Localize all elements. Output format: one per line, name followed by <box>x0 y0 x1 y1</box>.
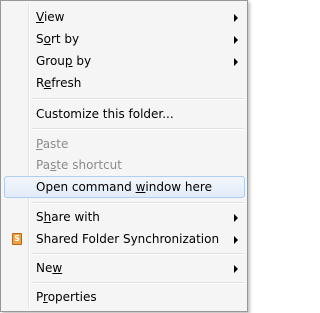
menu-item-label: View <box>36 10 65 24</box>
menu-item-group-by[interactable]: Group by <box>4 50 245 72</box>
menu-item-sort-by[interactable]: Sort by <box>4 28 245 50</box>
shared-folder-sync-icon: S <box>12 233 22 245</box>
submenu-arrow-icon <box>234 236 238 244</box>
menu-item-view[interactable]: View <box>4 6 245 28</box>
menu-item-label: Paste shortcut <box>36 158 122 172</box>
submenu-arrow-icon <box>234 265 238 273</box>
menu-item-paste-shortcut[interactable]: Paste shortcut <box>4 154 245 176</box>
submenu-arrow-icon <box>234 14 238 22</box>
menu-item-label: Group by <box>36 54 92 68</box>
menu-item-shared-folder-sync[interactable]: S Shared Folder Synchronization <box>4 228 245 250</box>
menu-item-customize-folder[interactable]: Customize this folder... <box>4 103 245 125</box>
menu-item-label: Shared Folder Synchronization <box>36 232 220 246</box>
submenu-arrow-icon <box>234 58 238 66</box>
menu-item-label: New <box>36 261 63 275</box>
menu-item-label: Properties <box>36 290 97 304</box>
menu-item-label: Paste <box>36 137 69 151</box>
submenu-arrow-icon <box>234 214 238 222</box>
menu-item-share-with[interactable]: Share with <box>4 206 245 228</box>
submenu-arrow-icon <box>234 36 238 44</box>
menu-item-label: Customize this folder... <box>36 107 174 121</box>
context-menu: View Sort by Group by Refresh Customize … <box>0 0 248 312</box>
menu-separator <box>32 202 244 204</box>
menu-separator <box>32 282 244 284</box>
menu-separator <box>32 253 244 255</box>
menu-item-label: Share with <box>36 210 100 224</box>
menu-item-new[interactable]: New <box>4 257 245 279</box>
menu-item-open-command-window[interactable]: Open command window here <box>4 176 245 198</box>
menu-item-label: Sort by <box>36 32 80 46</box>
menu-item-paste[interactable]: Paste <box>4 133 245 155</box>
menu-separator <box>32 128 244 130</box>
menu-item-refresh[interactable]: Refresh <box>4 72 245 94</box>
menu-separator <box>32 98 244 100</box>
menu-item-properties[interactable]: Properties <box>4 286 245 308</box>
menu-item-label: Open command window here <box>36 180 212 194</box>
menu-item-label: Refresh <box>36 76 82 90</box>
